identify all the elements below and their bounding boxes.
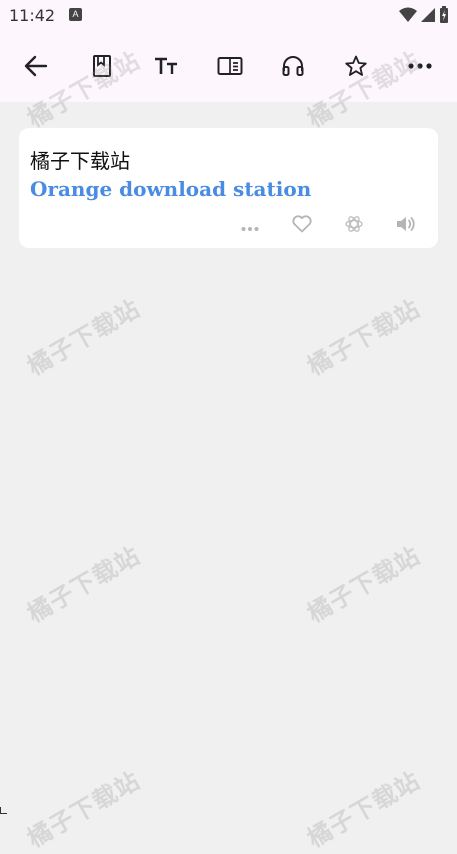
notebook-button[interactable] (86, 50, 118, 82)
headphones-icon (281, 54, 305, 78)
like-button[interactable] (290, 214, 314, 238)
watermark: 橘子下载站 (302, 541, 425, 629)
watermark: 橘子下载站 (22, 541, 145, 629)
screen-corner-marker (0, 807, 7, 814)
more-horizontal-icon (408, 62, 432, 70)
listen-button[interactable] (277, 50, 309, 82)
ai-assistant-button[interactable] (342, 214, 366, 238)
card-actions (238, 214, 418, 238)
speaker-icon (395, 214, 417, 238)
wifi-icon (399, 7, 417, 27)
back-button[interactable] (20, 50, 52, 82)
arrow-left-icon (23, 53, 49, 79)
watermark: 橘子下载站 (22, 766, 145, 854)
favorite-button[interactable] (340, 50, 372, 82)
star-icon (344, 54, 368, 78)
cell-signal-icon (421, 7, 435, 27)
bookmark-book-icon (91, 54, 113, 78)
watermark: 橘子下载站 (22, 294, 145, 382)
status-time: 11:42 (9, 6, 56, 25)
status-bar: 11:42 A (0, 0, 457, 32)
ai-assistant-icon (344, 214, 364, 238)
translation-card[interactable]: 橘子下载站 Orange download station (19, 128, 438, 248)
more-button[interactable] (404, 50, 436, 82)
speak-button[interactable] (394, 214, 418, 238)
heart-icon (292, 215, 312, 237)
notification-icon: A (69, 8, 82, 21)
text-size-icon (154, 55, 178, 77)
battery-charging-icon (439, 6, 449, 28)
top-toolbar (0, 32, 457, 102)
book-reader-icon (217, 55, 243, 77)
translation-text: Orange download station (30, 177, 312, 201)
status-icons (399, 6, 449, 28)
card-more-button[interactable] (238, 214, 262, 238)
watermark: 橘子下载站 (302, 766, 425, 854)
more-dots-icon (241, 217, 259, 236)
reader-button[interactable] (214, 50, 246, 82)
source-text: 橘子下载站 (30, 149, 130, 173)
watermark: 橘子下载站 (302, 294, 425, 382)
font-size-button[interactable] (150, 50, 182, 82)
